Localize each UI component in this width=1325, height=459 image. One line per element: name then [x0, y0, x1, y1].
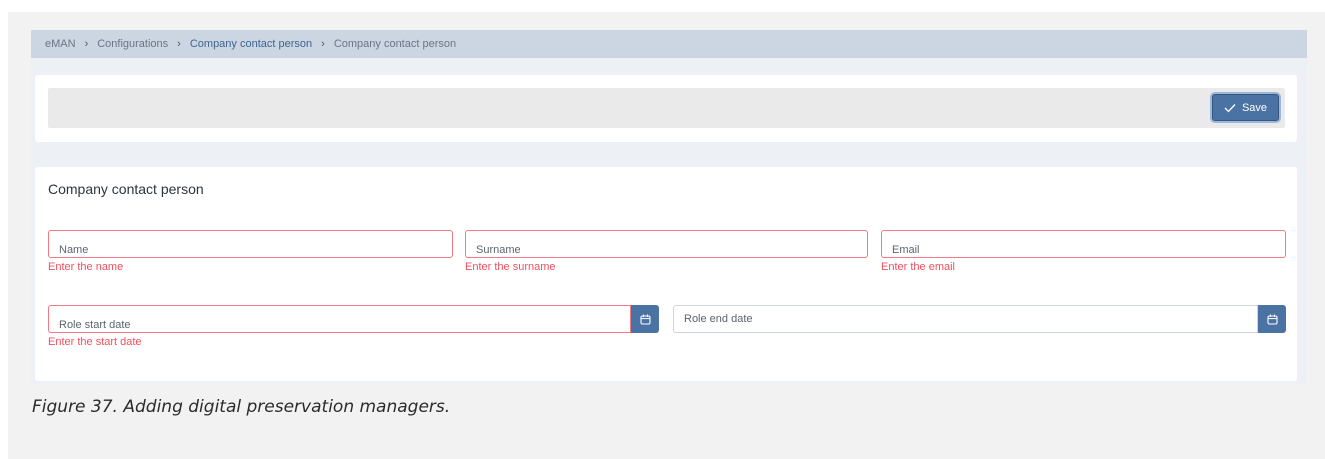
- name-error: Enter the name: [48, 261, 124, 273]
- role-start-date-label: Role start date: [59, 319, 131, 331]
- role-end-date-picker-button[interactable]: [1258, 305, 1286, 333]
- calendar-icon: [639, 314, 651, 325]
- role-end-date-label: Role end date: [684, 313, 753, 325]
- contact-person-form: Company contact person Name Enter the na…: [35, 167, 1297, 381]
- email-field[interactable]: Email: [881, 230, 1286, 258]
- role-start-date-picker-button[interactable]: [631, 305, 659, 333]
- email-field-label: Email: [892, 244, 920, 256]
- breadcrumb-item-company-contact-person-link[interactable]: Company contact person: [190, 38, 312, 50]
- name-field-label: Name: [59, 244, 89, 256]
- breadcrumb-item-home[interactable]: eMAN: [45, 38, 76, 50]
- breadcrumb-separator-icon: ›: [84, 38, 89, 50]
- save-button[interactable]: Save: [1212, 94, 1279, 121]
- save-button-label: Save: [1241, 101, 1268, 114]
- role-start-date-error: Enter the start date: [48, 336, 142, 348]
- form-title: Company contact person: [48, 181, 204, 197]
- surname-field[interactable]: Surname: [465, 230, 868, 258]
- role-start-date-field[interactable]: Role start date: [48, 305, 631, 333]
- breadcrumb: eMAN › Configurations › Company contact …: [31, 30, 1307, 58]
- app-window: eMAN › Configurations › Company contact …: [31, 30, 1307, 385]
- breadcrumb-item-configurations[interactable]: Configurations: [97, 38, 168, 50]
- breadcrumb-separator-icon: ›: [177, 38, 181, 50]
- check-icon: [1224, 103, 1236, 112]
- figure-caption: Figure 37. Adding digital preservation m…: [32, 397, 451, 417]
- toolbar-card: Save: [35, 75, 1297, 142]
- calendar-icon: [1266, 314, 1278, 325]
- breadcrumb-separator-icon: ›: [321, 38, 325, 50]
- name-field[interactable]: Name: [48, 230, 453, 258]
- surname-error: Enter the surname: [465, 261, 556, 273]
- role-end-date-field[interactable]: Role end date: [673, 305, 1258, 333]
- toolbar: Save: [48, 88, 1285, 128]
- surname-field-label: Surname: [476, 244, 521, 256]
- breadcrumb-item-current: Company contact person: [333, 38, 457, 50]
- email-error: Enter the email: [881, 261, 955, 273]
